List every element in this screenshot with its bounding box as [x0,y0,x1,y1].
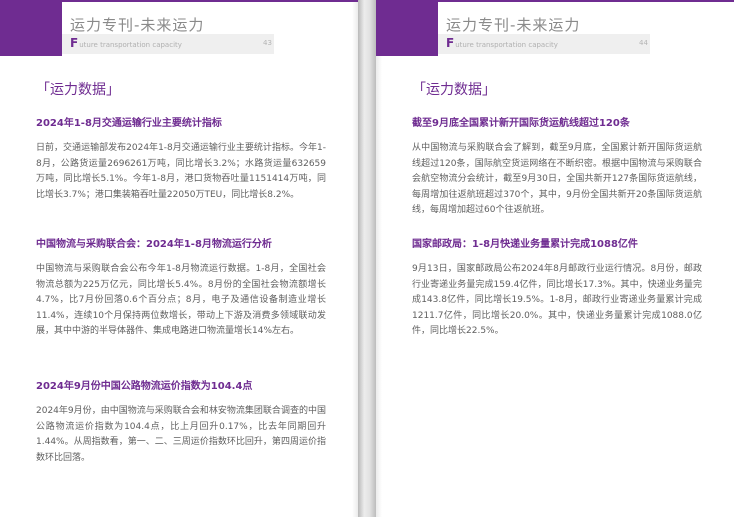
article: 2024年9月份中国公路物流运价指数为104.4点 2024年9月份，由中国物流… [36,379,326,466]
header-subtitle-initial: F [446,36,455,50]
article-heading: 国家邮政局：1-8月快递业务量累计完成1088亿件 [412,239,638,250]
book-gutter [358,0,376,517]
article-heading: 2024年9月份中国公路物流运价指数为104.4点 [36,381,253,392]
header-title: 运力专刊-未来运力 [446,16,581,34]
article: 国家邮政局：1-8月快递业务量累计完成1088亿件 9月13日，国家邮政局公布2… [412,237,702,340]
page-number: 43 [263,39,272,47]
page-number: 44 [639,39,648,47]
page-header: 运力专刊-未来运力 Future transportation capacity… [0,0,358,70]
article-body: 9月13日，国家邮政局公布2024年8月邮政行业运行情况。8月份，邮政行业寄递业… [412,264,702,337]
article-heading: 截至9月底全国累计新开国际货运航线超过120条 [412,118,630,129]
header-subtitle-rest: uture transportation capacity [79,41,182,49]
article-body: 中国物流与采购联合会公布今年1-8月物流运行数据。1-8月，全国社会物流总额为2… [36,264,326,337]
page-header: 运力专刊-未来运力 Future transportation capacity… [376,0,734,70]
header-subtitle: Future transportation capacity [70,36,182,50]
article-heading: 2024年1-8月交通运输行业主要统计指标 [36,118,222,129]
page-edge-shadow [376,0,382,517]
header-title: 运力专刊-未来运力 [70,16,205,34]
article-body: 日前，交通运输部发布2024年1-8月交通运输行业主要统计指标。今年1-8月，公… [36,143,326,200]
section-tag: 「运力数据」 [412,82,496,98]
header-accent-block [0,2,62,56]
article: 截至9月底全国累计新开国际货运航线超过120条 从中国物流与采购联合会了解到，截… [412,116,702,219]
right-page: 运力专刊-未来运力 Future transportation capacity… [376,0,734,517]
article: 中国物流与采购联合会：2024年1-8月物流运行分析 中国物流与采购联合会公布今… [36,237,326,340]
left-page: 运力专刊-未来运力 Future transportation capacity… [0,0,358,517]
section-tag: 「运力数据」 [36,82,120,98]
header-subtitle-initial: F [70,36,79,50]
article-body: 从中国物流与采购联合会了解到，截至9月底，全国累计新开国际货运航线超过120条，… [412,143,702,216]
article: 2024年1-8月交通运输行业主要统计指标 日前，交通运输部发布2024年1-8… [36,116,326,203]
header-accent-block [376,2,438,56]
article-heading: 中国物流与采购联合会：2024年1-8月物流运行分析 [36,239,272,250]
article-body: 2024年9月份，由中国物流与采购联合会和林安物流集团联合调查的中国公路物流运价… [36,406,326,463]
header-subtitle: Future transportation capacity [446,36,558,50]
header-subtitle-rest: uture transportation capacity [455,41,558,49]
